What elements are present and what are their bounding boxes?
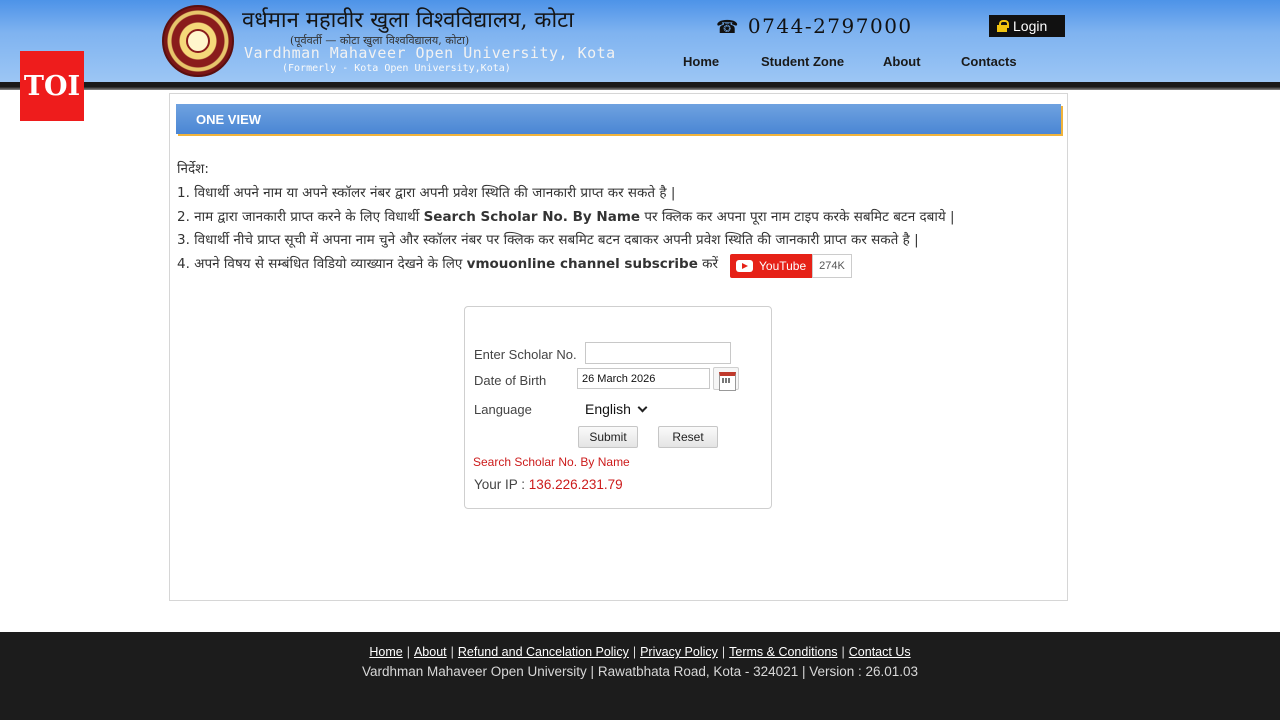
submit-button[interactable]: Submit (578, 426, 638, 448)
search-by-name-link[interactable]: Search Scholar No. By Name (473, 455, 630, 469)
university-name-hindi: वर्धमान महावीर खुला विश्वविद्यालय, कोटा (242, 8, 574, 33)
nav-about[interactable]: About (883, 54, 921, 69)
language-select[interactable]: English (578, 396, 650, 422)
youtube-subscribe-button[interactable]: YouTube (730, 254, 812, 278)
footer-link-contact[interactable]: Contact Us (849, 645, 911, 659)
nav-contacts[interactable]: Contacts (961, 54, 1017, 69)
instruction-line-2-text: 2. नाम द्वारा जानकारी प्राप्त करने के लि… (177, 209, 424, 225)
ip-address: Your IP : 136.226.231.79 (474, 477, 623, 492)
ip-value: 136.226.231.79 (528, 477, 623, 492)
university-former-name: (Formerly - Kota Open University,Kota) (282, 63, 511, 74)
footer-link-refund-policy[interactable]: Refund and Cancelation Policy (458, 645, 629, 659)
footer-links: Home | About | Refund and Cancelation Policy… (369, 645, 911, 659)
footer-link-about[interactable]: About (414, 645, 447, 659)
scholar-no-input[interactable] (585, 342, 731, 364)
instruction-line-2-bold: Search Scholar No. By Name (423, 209, 641, 225)
instruction-line-2: 2. नाम द्वारा जानकारी प्राप्त करने के लि… (177, 207, 955, 225)
university-name-english: Vardhman Mahaveer Open University, Kota (244, 44, 616, 62)
language-label: Language (474, 402, 532, 417)
login-button[interactable]: Login (989, 15, 1065, 37)
site-header: वर्धमान महावीर खुला विश्वविद्यालय, कोटा … (0, 0, 1280, 82)
instruction-line-3: 3. विधार्थी नीचे प्राप्त सूची में अपना न… (177, 232, 919, 248)
footer-info: Vardhman Mahaveer Open University | Rawa… (361, 664, 919, 679)
footer-link-privacy-policy[interactable]: Privacy Policy (640, 645, 718, 659)
instructions-heading: निर्देश: (177, 161, 209, 177)
instruction-line-4-bold: vmouonline channel subscribe (466, 256, 698, 272)
instruction-line-4-tail: करें (697, 256, 719, 272)
university-logo (162, 5, 234, 77)
dob-value: 26 March 2026 (582, 372, 656, 385)
phone-icon: ☎ (716, 17, 740, 38)
ip-label: Your IP : (474, 477, 529, 492)
reset-button[interactable]: Reset (658, 426, 718, 448)
section-title: ONE VIEW (176, 104, 1061, 134)
footer-link-home[interactable]: Home (369, 645, 402, 659)
chevron-down-icon (637, 402, 648, 412)
lock-icon (997, 20, 1009, 32)
language-value: English (585, 401, 631, 417)
nav-student-zone[interactable]: Student Zone (761, 54, 844, 69)
header-divider (0, 82, 1280, 90)
calendar-icon[interactable] (713, 367, 739, 391)
toi-logo: TOI (20, 51, 84, 121)
nav-home[interactable]: Home (683, 54, 719, 69)
youtube-play-icon (736, 260, 753, 272)
instruction-line-2-tail: पर क्लिक कर अपना पूरा नाम टाइप करके सबमि… (640, 209, 955, 225)
footer-link-terms[interactable]: Terms & Conditions (729, 645, 837, 659)
instruction-line-4-text: 4. अपने विषय से सम्बंधित विडियो व्याख्या… (177, 256, 467, 272)
instruction-line-4: 4. अपने विषय से सम्बंधित विडियो व्याख्या… (177, 254, 718, 272)
dob-input[interactable]: 26 March 2026 (577, 368, 710, 389)
phone-number: ☎ 0744-2797000 (716, 14, 913, 38)
login-label: Login (1013, 18, 1048, 34)
phone-number-text: 0744-2797000 (747, 14, 913, 38)
instruction-line-1: 1. विधार्थी अपने नाम या अपने स्कॉलर नंबर… (177, 185, 676, 201)
youtube-label: YouTube (759, 259, 807, 273)
youtube-subscriber-count: 274K (812, 254, 852, 278)
dob-label: Date of Birth (474, 373, 547, 388)
scholar-no-label: Enter Scholar No. (474, 347, 577, 362)
